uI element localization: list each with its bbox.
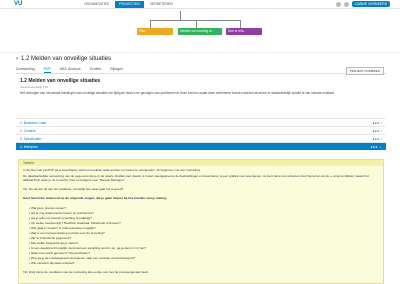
bullet-item: Wie gaat er meten? Is onfrequentiele mog… bbox=[29, 226, 96, 230]
accordion-specificatie[interactable]: 3. Specificatie ●●● › bbox=[16, 134, 386, 142]
bullet-item: Hoe ga je de meetgegevens doorgeven naar… bbox=[29, 256, 135, 260]
process-diagram: Plan Melden van onveilig si... Doe er ie… bbox=[0, 9, 400, 53]
panel-header[interactable]: Toelicht bbox=[19, 160, 383, 166]
accordion-context[interactable]: 2. Context ●●● › bbox=[16, 126, 386, 134]
diagram-box-plan[interactable]: Plan bbox=[137, 28, 173, 35]
tab-doelstelling[interactable]: Doelstelling bbox=[16, 66, 35, 73]
main-nav: ORGANISATIES PROJECTEN VERBETEREN bbox=[80, 1, 177, 8]
bullet-item: Wie verwerkt die data centraal? bbox=[29, 261, 74, 265]
page-title: 1.2 Melden van onveilige situaties bbox=[20, 78, 101, 84]
nav-projecten[interactable]: PROJECTEN bbox=[115, 1, 144, 8]
breadcrumb[interactable]: Verantwoordelijk PvP bbox=[20, 85, 48, 89]
user-menu[interactable]: LIANNE VERMEERS bbox=[351, 1, 390, 7]
accordion-meetplan[interactable]: 4. Meetplan ●●● ⌄ bbox=[16, 142, 386, 150]
tab-abc-analyse[interactable]: ABC Analyse bbox=[60, 66, 81, 73]
actions-icon[interactable]: ●●● ⌄ bbox=[371, 145, 382, 149]
tab-grafiek[interactable]: Grafiek bbox=[90, 66, 102, 73]
bullet-item: Wat ga je precies meten? bbox=[29, 206, 66, 210]
tab-bar: Doelstelling PVP ABC Analyse Grafiek Bij… bbox=[16, 66, 386, 74]
accordion-label: 2. Context bbox=[20, 129, 36, 133]
vu-logo[interactable]: VU bbox=[14, 1, 22, 7]
bullet-item: Wat is een representatieve periode voor … bbox=[29, 231, 105, 235]
bullet-item: Zijn er historische gegevens? bbox=[29, 236, 71, 240]
diagram-box-current[interactable]: Melden van onveilig si... bbox=[178, 28, 222, 35]
bullet-item: Met welke frequentie ga je meten? bbox=[29, 241, 78, 245]
accordion-label: 1. Business Case bbox=[20, 121, 47, 125]
accordion-label: 3. Specificatie bbox=[20, 137, 42, 141]
diagram-box-action[interactable]: Doe er iets... bbox=[226, 28, 262, 35]
accordion-business-case[interactable]: 1. Business Case ●●● › bbox=[16, 118, 386, 126]
bullet-item: Op welke meetpunt(s)? Heeft/tot, Kwartaa… bbox=[29, 221, 121, 225]
section-header: › 1.2 Melden van onveilige situaties bbox=[16, 56, 111, 62]
help-icon[interactable] bbox=[343, 1, 349, 7]
bullet-item: Naar mee wordt gemeten? Hoeveelheden? bbox=[29, 251, 90, 255]
notification-icon[interactable] bbox=[335, 1, 341, 7]
copy-project-button[interactable]: PROJECT KOPIËREN bbox=[345, 67, 384, 75]
nav-organisaties[interactable]: ORGANISATIES bbox=[80, 1, 113, 8]
explanation-panel: Toelicht In dit deel van het PvP ga je b… bbox=[18, 159, 384, 284]
intro-text: Het verhogen van het aantal meldingen va… bbox=[20, 91, 335, 95]
panel-tip-2: Tip: Zorg dat je de resultaten van de nu… bbox=[23, 270, 149, 274]
bullet-item: Ga je tellen of noteren (counting of jud… bbox=[29, 216, 92, 220]
user-area: LIANNE VERMEERS bbox=[335, 1, 390, 7]
top-bar: VU ORGANISATIES PROJECTEN VERBETEREN LIA… bbox=[0, 0, 400, 9]
actions-icon[interactable]: ●●● › bbox=[372, 137, 382, 141]
actions-icon[interactable]: ●●● › bbox=[372, 121, 382, 125]
panel-paragraph-1: In dit deel van het PvP ga je beschrijve… bbox=[23, 168, 201, 172]
actions-icon[interactable]: ●●● › bbox=[372, 129, 382, 133]
section-title: 1.2 Melden van onveilige situaties bbox=[21, 56, 112, 62]
panel-tip-1: Tip: De doelen uit van het positieve; ve… bbox=[23, 187, 124, 191]
bullet-item: Is een steekproef mogelijk: denk wel een… bbox=[29, 246, 146, 250]
panel-paragraph-2: De daadwerkelijke verwerking van de gege… bbox=[23, 174, 369, 182]
accordion-label: 4. Meetplan bbox=[20, 145, 38, 149]
tab-pvp[interactable]: PVP bbox=[43, 66, 51, 73]
bullet-item: Ga je nog andersoortel meten op subtheme… bbox=[29, 211, 94, 215]
nav-verbeteren[interactable]: VERBETEREN bbox=[146, 1, 177, 8]
chevron-right-icon[interactable]: › bbox=[16, 56, 18, 62]
panel-question: Geef hieronder antwoord op de volgende v… bbox=[23, 196, 168, 200]
tab-bijlagen[interactable]: Bijlagen bbox=[110, 66, 123, 73]
